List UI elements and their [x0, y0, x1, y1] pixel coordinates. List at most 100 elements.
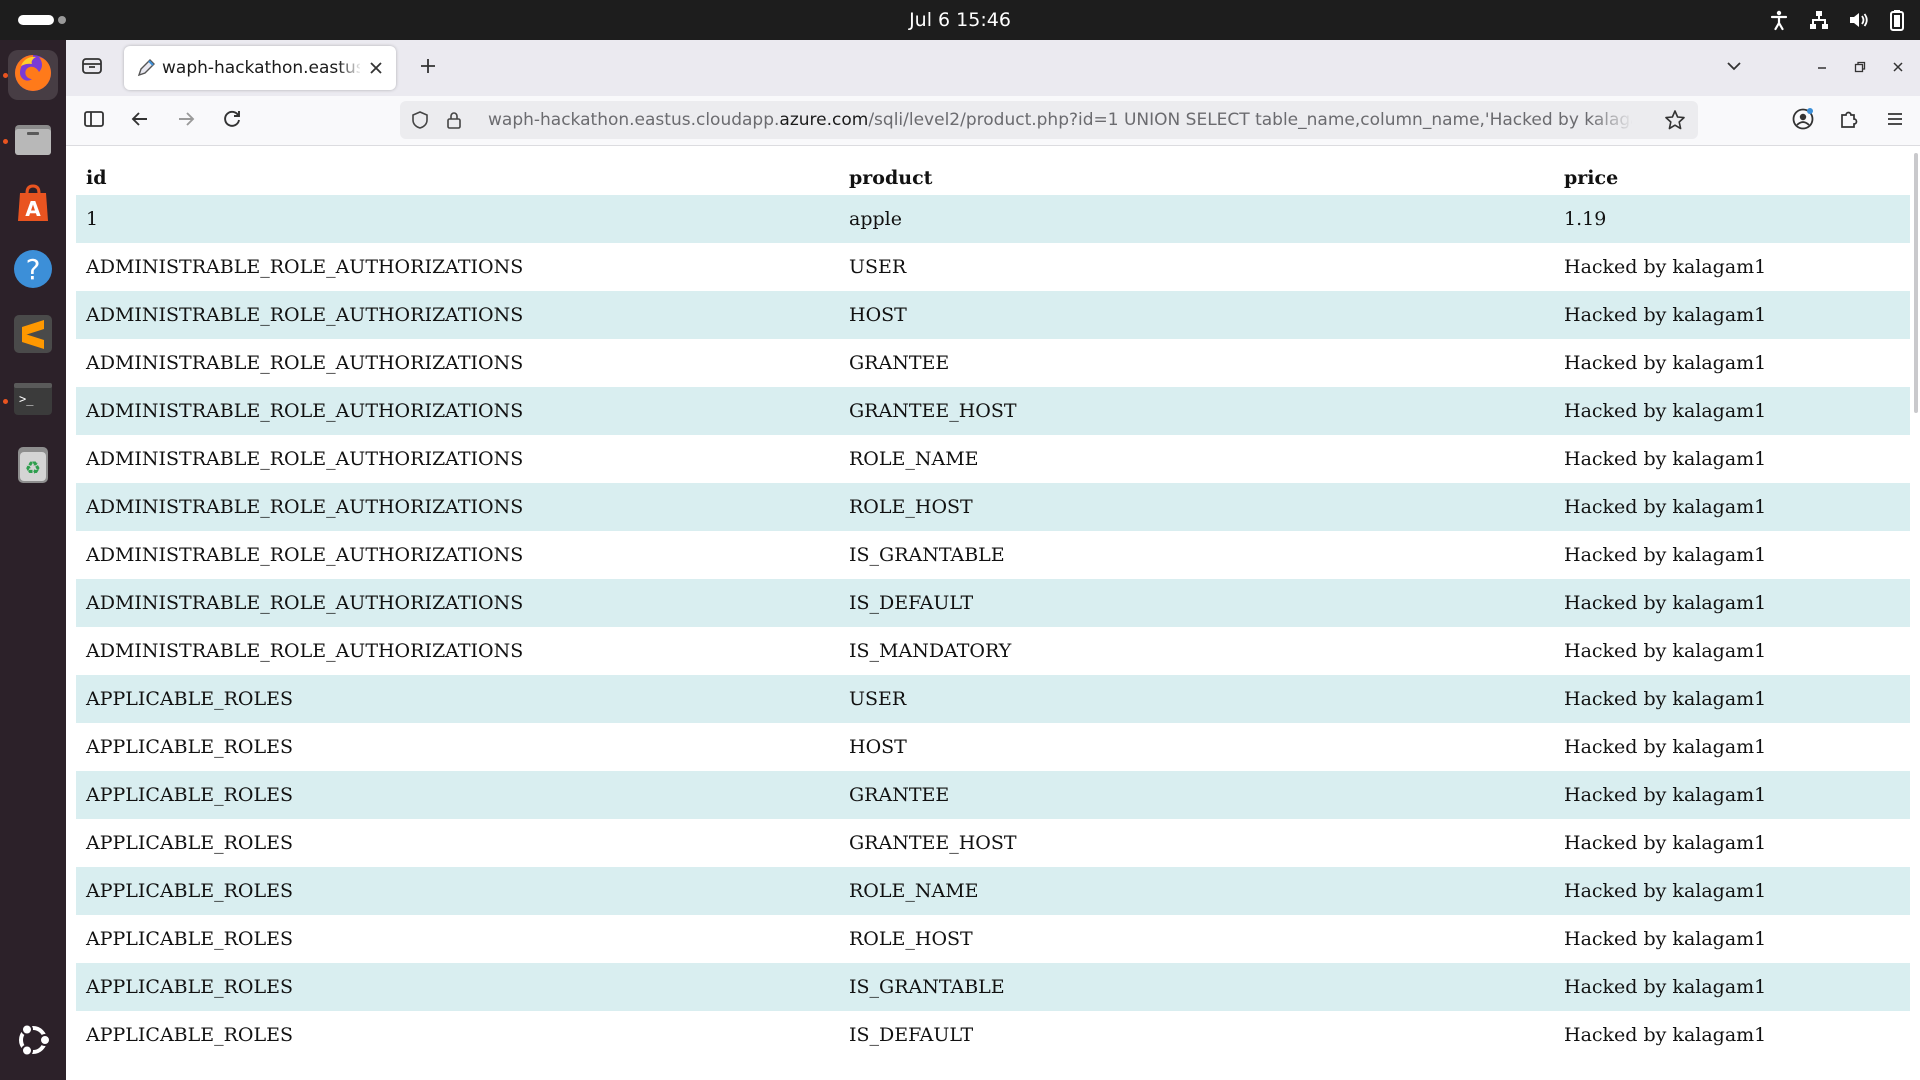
table-row: ADMINISTRABLE_ROLE_AUTHORIZATIONS USER Hac… [76, 243, 1910, 291]
cell-product: USER [849, 256, 907, 278]
url-text[interactable]: waph-hackathon.eastus.cloudapp.azure.com… [488, 110, 1632, 130]
battery-icon[interactable] [1888, 9, 1906, 31]
cell-price: Hacked by kalagam1 [1564, 592, 1767, 614]
table-row: ADMINISTRABLE_ROLE_AUTHORIZATIONS ROLE_HO… [76, 483, 1910, 531]
tab-active[interactable]: waph-hackathon.eastus.cloudapp.azure.com [124, 46, 396, 90]
cell-id: 1 [86, 208, 99, 230]
cell-id: APPLICABLE_ROLES [86, 784, 294, 806]
cell-id: APPLICABLE_ROLES [86, 880, 294, 902]
dock-sublime-text[interactable] [8, 311, 58, 361]
cell-product: USER [849, 688, 907, 710]
network-icon[interactable] [1808, 9, 1830, 31]
cell-price: Hacked by kalagam1 [1564, 688, 1767, 710]
cell-price: Hacked by kalagam1 [1564, 544, 1767, 566]
column-header-price: price [1564, 167, 1619, 189]
table-header-row: id product price [76, 161, 1910, 195]
dock-help[interactable]: ? [8, 246, 58, 296]
cell-price: Hacked by kalagam1 [1564, 256, 1767, 278]
hamburger-menu-icon [1885, 109, 1905, 133]
cell-product: HOST [849, 736, 907, 758]
svg-text:A: A [25, 197, 41, 221]
cell-id: ADMINISTRABLE_ROLE_AUTHORIZATIONS [86, 352, 524, 374]
dock-firefox[interactable] [8, 50, 58, 100]
cell-product: apple [849, 208, 902, 230]
firefox-view-icon [81, 55, 103, 81]
app-menu-button[interactable] [1881, 107, 1909, 135]
cell-product: GRANTEE [849, 784, 950, 806]
table-row: APPLICABLE_ROLES GRANTEE_HOST Hacked by ka… [76, 819, 1910, 867]
dock-trash[interactable]: ♻ [8, 441, 58, 491]
cell-id: ADMINISTRABLE_ROLE_AUTHORIZATIONS [86, 400, 524, 422]
list-all-tabs-button[interactable] [1720, 54, 1748, 82]
trash-icon: ♻ [12, 443, 54, 489]
terminal-icon: >_ [12, 378, 54, 424]
cell-product: GRANTEE [849, 352, 950, 374]
cell-id: APPLICABLE_ROLES [86, 832, 294, 854]
plus-icon [418, 56, 438, 80]
table-body: 1 apple 1.19 ADMINISTRABLE_ROLE_AUTHORIZATI… [76, 195, 1910, 1059]
cell-price: Hacked by kalagam1 [1564, 832, 1767, 854]
firefox-icon [12, 52, 54, 98]
arrow-right-icon [175, 108, 197, 134]
cell-product: ROLE_NAME [849, 880, 979, 902]
sidebar-toggle-button[interactable] [80, 107, 108, 135]
new-tab-button[interactable] [414, 54, 442, 82]
close-tab-icon[interactable] [366, 58, 386, 78]
cell-id: ADMINISTRABLE_ROLE_AUTHORIZATIONS [86, 496, 524, 518]
cell-price: Hacked by kalagam1 [1564, 400, 1767, 422]
account-button[interactable] [1789, 107, 1817, 135]
pencil-favicon-icon [136, 58, 156, 82]
cell-id: ADMINISTRABLE_ROLE_AUTHORIZATIONS [86, 448, 524, 470]
page-scrollbar[interactable] [1914, 153, 1918, 413]
extensions-button[interactable] [1835, 107, 1863, 135]
cell-product: IS_GRANTABLE [849, 544, 1005, 566]
volume-icon[interactable] [1848, 9, 1870, 31]
cell-id: APPLICABLE_ROLES [86, 976, 294, 998]
maximize-button[interactable] [1846, 54, 1874, 82]
table-row: ADMINISTRABLE_ROLE_AUTHORIZATIONS IS_DEFA… [76, 579, 1910, 627]
cell-product: GRANTEE_HOST [849, 832, 1017, 854]
accessibility-icon[interactable] [1768, 9, 1790, 31]
account-icon [1791, 107, 1815, 135]
chevron-down-icon [1724, 56, 1744, 80]
dock-files[interactable] [8, 116, 58, 166]
firefox-view-button[interactable] [78, 54, 106, 82]
back-button[interactable] [126, 107, 154, 135]
app-center-icon: A [12, 183, 54, 229]
cell-id: ADMINISTRABLE_ROLE_AUTHORIZATIONS [86, 592, 524, 614]
page-content: id product price 1 apple 1.19 ADMINISTRABLE… [66, 147, 1920, 1080]
reload-button[interactable] [218, 107, 246, 135]
system-tray[interactable] [1768, 8, 1906, 32]
navigation-toolbar: waph-hackathon.eastus.cloudapp.azure.com… [66, 96, 1920, 146]
close-window-button[interactable] [1884, 54, 1912, 82]
system-top-bar: Jul 6 15:46 [0, 0, 1920, 40]
column-header-product: product [849, 167, 933, 189]
dock-show-apps[interactable] [8, 1017, 58, 1067]
tab-title: waph-hackathon.eastus.cloudapp.azure.com [162, 58, 360, 78]
close-icon [1891, 59, 1905, 78]
running-indicator [3, 399, 8, 404]
dock-terminal[interactable]: >_ [8, 376, 58, 426]
table-row: ADMINISTRABLE_ROLE_AUTHORIZATIONS IS_MAND… [76, 627, 1910, 675]
cell-id: ADMINISTRABLE_ROLE_AUTHORIZATIONS [86, 304, 524, 326]
table-row: 1 apple 1.19 [76, 195, 1910, 243]
ubuntu-logo-icon [13, 1020, 53, 1064]
table-row: APPLICABLE_ROLES ROLE_NAME Hacked by kalag… [76, 867, 1910, 915]
minimize-button[interactable] [1808, 54, 1836, 82]
cell-price: Hacked by kalagam1 [1564, 928, 1767, 950]
results-table: id product price 1 apple 1.19 ADMINISTRABLE… [76, 161, 1910, 1059]
cell-product: ROLE_HOST [849, 496, 973, 518]
bookmark-star-icon[interactable] [1664, 109, 1686, 135]
cell-price: 1.19 [1564, 208, 1607, 230]
lock-icon[interactable] [444, 110, 464, 134]
table-row: ADMINISTRABLE_ROLE_AUTHORIZATIONS HOST Hac… [76, 291, 1910, 339]
cell-price: Hacked by kalagam1 [1564, 640, 1767, 662]
cell-price: Hacked by kalagam1 [1564, 880, 1767, 902]
forward-button[interactable] [172, 107, 200, 135]
shield-icon[interactable] [410, 110, 430, 134]
cell-id: ADMINISTRABLE_ROLE_AUTHORIZATIONS [86, 256, 524, 278]
clock[interactable]: Jul 6 15:46 [0, 9, 1920, 31]
dock-app-center[interactable]: A [8, 181, 58, 231]
cell-id: ADMINISTRABLE_ROLE_AUTHORIZATIONS [86, 640, 524, 662]
url-bar[interactable]: waph-hackathon.eastus.cloudapp.azure.com… [400, 101, 1698, 139]
